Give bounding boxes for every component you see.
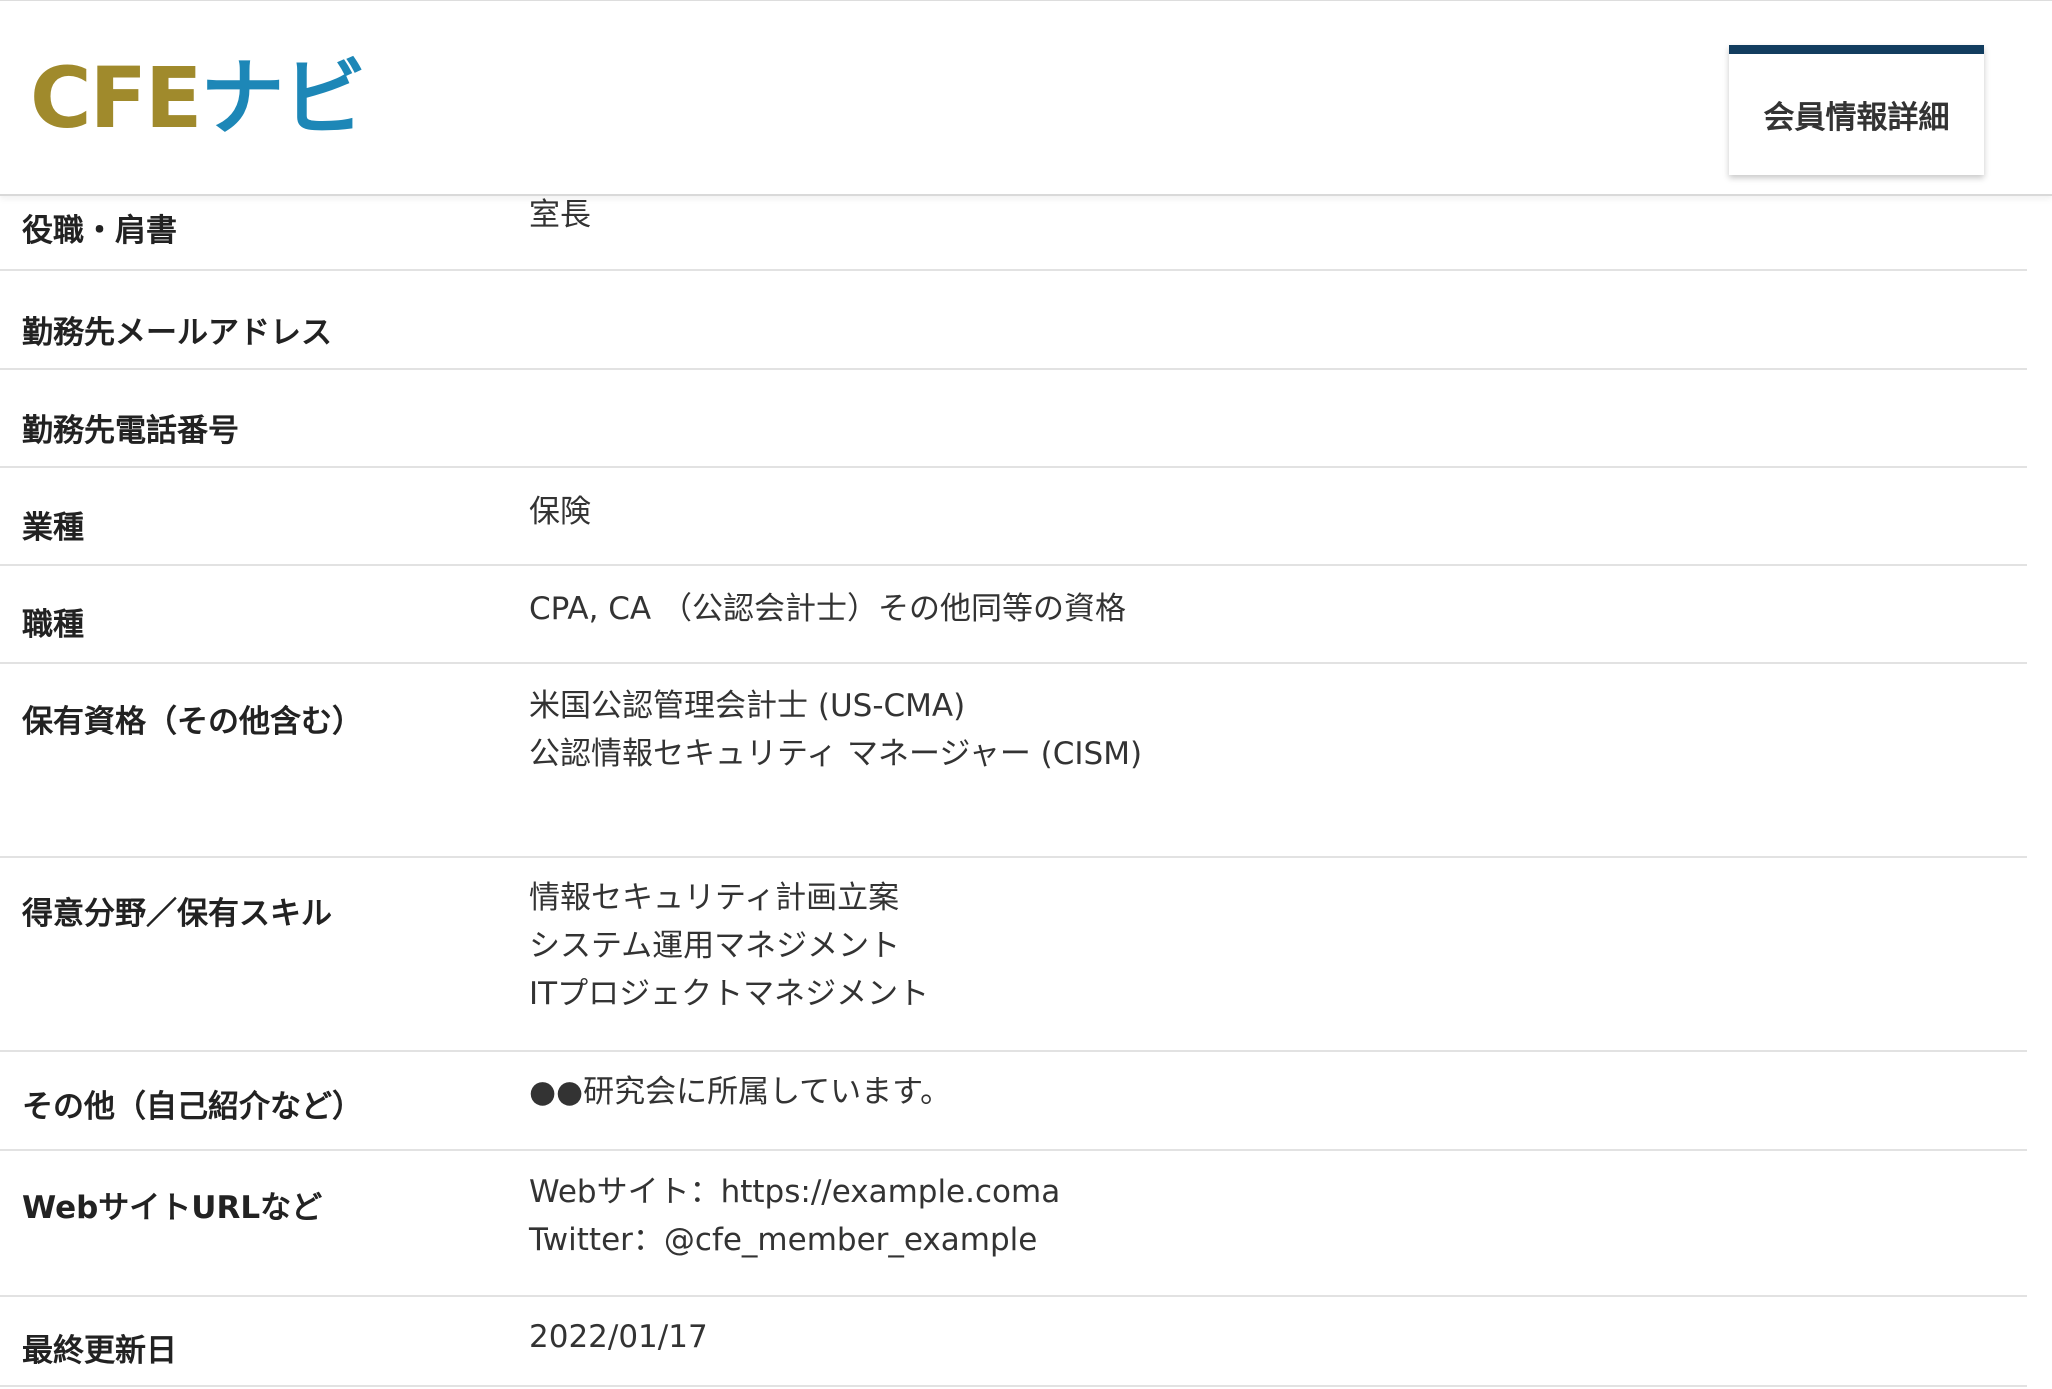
- value-line: ●●研究会に所属しています。: [529, 1074, 952, 1110]
- row-position-title: 役職・肩書 室長: [0, 195, 2027, 271]
- member-detail-table: 役職・肩書 室長勤務先メールアドレス 勤務先電話番号 業種 保険職種 CPA, CA （公…: [0, 195, 2027, 1387]
- value-website-urls: Webサイト：https://example.coma Twitter：@cfe_…: [529, 1168, 1060, 1264]
- site-header: CFE ナビ 会員情報詳細: [0, 0, 2052, 196]
- value-line[interactable]: Twitter：@cfe_member_example: [529, 1216, 1060, 1264]
- row-self-introduction: その他（自己紹介など） ●●研究会に所属しています。: [0, 1052, 2027, 1151]
- row-website-urls: WebサイトURLなど Webサイト：https://example.coma Tw…: [0, 1151, 2027, 1297]
- row-work-email: 勤務先メールアドレス: [0, 271, 2027, 370]
- value-self-introduction: ●●研究会に所属しています。: [529, 1068, 951, 1116]
- label-last-updated: 最終更新日: [22, 1333, 177, 1369]
- label-work-email: 勤務先メールアドレス: [22, 315, 332, 351]
- label-qualifications: 保有資格（その他含む）: [22, 704, 363, 740]
- value-job-type: CPA, CA （公認会計士）その他同等の資格: [529, 585, 1126, 633]
- value-industry: 保険: [529, 488, 591, 536]
- value-line: CPA, CA （公認会計士）その他同等の資格: [529, 591, 1126, 627]
- logo-text-cfe: CFE: [30, 49, 202, 147]
- value-line: 保険: [529, 494, 591, 530]
- value-position-title: 室長: [529, 191, 591, 239]
- value-line[interactable]: Webサイト：https://example.coma: [529, 1168, 1060, 1216]
- cfe-navi-logo[interactable]: CFE ナビ: [30, 49, 366, 147]
- value-last-updated: 2022/01/17: [529, 1313, 708, 1361]
- value-line: システム運用マネジメント: [529, 928, 901, 964]
- label-job-type: 職種: [22, 607, 84, 643]
- member-detail-tab[interactable]: 会員情報詳細: [1729, 45, 1984, 175]
- logo-text-navi: ナビ: [200, 49, 366, 147]
- row-work-phone: 勤務先電話番号: [0, 370, 2027, 468]
- value-line: 室長: [529, 197, 591, 233]
- row-last-updated: 最終更新日 2022/01/17: [0, 1297, 2027, 1387]
- value-expertise-skills: 情報セキュリティ計画立案 システム運用マネジメント ITプロジェクトマネジメント: [529, 874, 929, 1018]
- value-qualifications: 米国公認管理会計士 (US-CMA) 公認情報セキュリティ マネージャー (CIS…: [529, 682, 1142, 778]
- label-website-urls: WebサイトURLなど: [22, 1190, 323, 1226]
- value-line: 2022/01/17: [529, 1319, 708, 1355]
- label-work-phone: 勤務先電話番号: [22, 413, 239, 449]
- row-job-type: 職種 CPA, CA （公認会計士）その他同等の資格: [0, 566, 2027, 664]
- row-qualifications: 保有資格（その他含む） 米国公認管理会計士 (US-CMA) 公認情報セキュリティ …: [0, 664, 2027, 858]
- row-industry: 業種 保険: [0, 468, 2027, 566]
- value-line: 情報セキュリティ計画立案: [529, 880, 900, 916]
- label-industry: 業種: [22, 510, 84, 546]
- label-self-introduction: その他（自己紹介など）: [22, 1089, 363, 1125]
- row-expertise-skills: 得意分野／保有スキル 情報セキュリティ計画立案 システム運用マネジメント ITプロジェ…: [0, 858, 2027, 1052]
- value-line: ITプロジェクトマネジメント: [529, 976, 930, 1012]
- label-position-title: 役職・肩書: [22, 213, 177, 249]
- value-line: 米国公認管理会計士 (US-CMA): [529, 688, 966, 724]
- value-line: 公認情報セキュリティ マネージャー (CISM): [529, 736, 1143, 772]
- label-expertise-skills: 得意分野／保有スキル: [22, 896, 332, 932]
